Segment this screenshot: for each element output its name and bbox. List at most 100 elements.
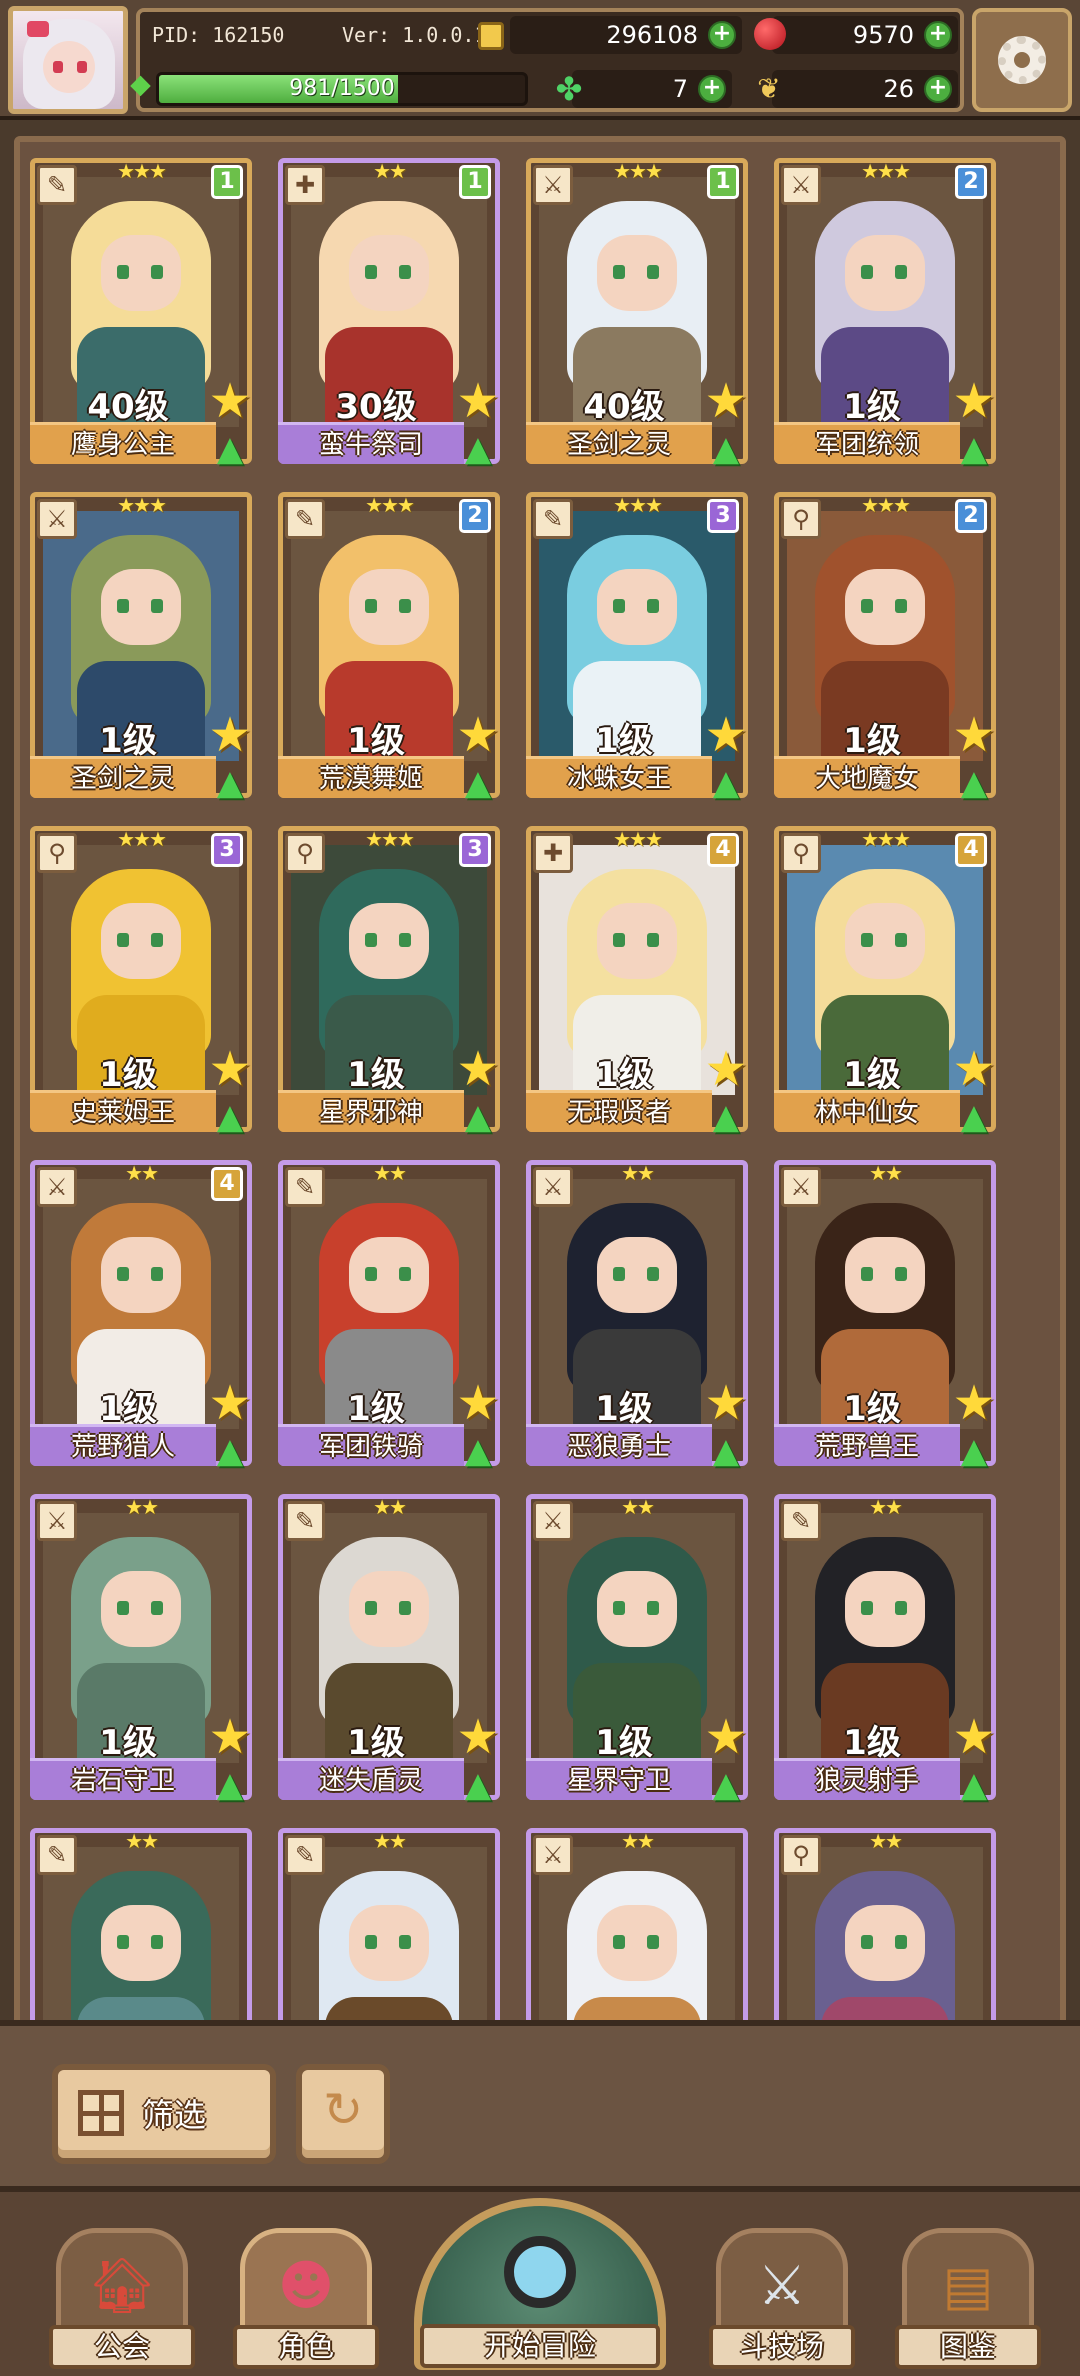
star-up-icon[interactable]: ★ bbox=[701, 711, 751, 761]
rank-badge: 2 bbox=[459, 499, 491, 533]
feather-icon: ❦ bbox=[757, 72, 781, 105]
star-up-icon[interactable]: ★ bbox=[949, 1713, 999, 1763]
star-up-icon[interactable]: ★ bbox=[205, 1713, 255, 1763]
star-up-icon[interactable]: ★ bbox=[453, 377, 503, 427]
gold-amount: 296108 bbox=[606, 21, 698, 49]
hero-card[interactable]: ✎ ★★ bbox=[30, 1828, 252, 2026]
hero-card[interactable]: ⚲ ★★★ 2 1级 ★ ▲ 大地魔女 bbox=[774, 492, 999, 803]
rank-badge: 4 bbox=[211, 1167, 243, 1201]
nav-arena-label: 斗技场 bbox=[709, 2325, 855, 2369]
portrait-eye bbox=[399, 1601, 411, 1615]
nav-guild[interactable]: 🏠︎ 公会 bbox=[49, 2228, 195, 2369]
hero-level: 1级 bbox=[843, 387, 901, 427]
nav-codex[interactable]: ▤ 图鉴 bbox=[895, 2228, 1041, 2369]
portrait-eye bbox=[647, 1601, 659, 1615]
portrait-face bbox=[101, 235, 181, 311]
portrait-face bbox=[597, 903, 677, 979]
portrait-face bbox=[349, 1571, 429, 1647]
star-up-icon[interactable]: ★ bbox=[205, 1045, 255, 1095]
hero-card[interactable]: ⚔ ★★ 1级 ★ ▲ 星界守卫 bbox=[526, 1494, 751, 1805]
hero-card[interactable]: ✎ ★★ 1级 ★ ▲ 迷失盾灵 bbox=[278, 1494, 503, 1805]
hero-card[interactable]: ⚲ ★★★ 3 1级 ★ ▲ 星界邪神 bbox=[278, 826, 503, 1137]
portrait-eye bbox=[895, 1267, 907, 1281]
portrait-eye bbox=[861, 1601, 873, 1615]
portrait-eye bbox=[117, 1935, 129, 1949]
portrait-eye bbox=[861, 933, 873, 947]
portrait-face bbox=[101, 569, 181, 645]
guild-building-icon: 🏠︎ bbox=[87, 2254, 157, 2317]
star-up-icon[interactable]: ★ bbox=[949, 377, 999, 427]
star-up-icon[interactable]: ★ bbox=[949, 1045, 999, 1095]
portrait-face bbox=[597, 1905, 677, 1981]
star-up-icon[interactable]: ★ bbox=[453, 711, 503, 761]
nav-arena[interactable]: ⚔ 斗技场 bbox=[709, 2228, 855, 2369]
star-up-icon[interactable]: ★ bbox=[949, 1379, 999, 1429]
settings-button[interactable] bbox=[972, 8, 1072, 112]
rank-badge: 2 bbox=[955, 165, 987, 199]
star-up-icon[interactable]: ★ bbox=[453, 1713, 503, 1763]
star-up-icon[interactable]: ★ bbox=[949, 711, 999, 761]
hero-card[interactable]: ✚ ★★★ 4 1级 ★ ▲ 无瑕贤者 bbox=[526, 826, 751, 1137]
hero-card[interactable]: ⚲ ★★★ 3 1级 ★ ▲ 史莱姆王 bbox=[30, 826, 255, 1137]
hero-card[interactable]: ✎ ★★ 1级 ★ ▲ 军团铁骑 bbox=[278, 1160, 503, 1471]
star-up-icon[interactable]: ★ bbox=[205, 377, 255, 427]
star-rating: ★★ bbox=[373, 1495, 407, 1519]
hero-card[interactable]: ⚔ ★★ 1级 ★ ▲ 荒野兽王 bbox=[774, 1160, 999, 1471]
hero-card[interactable]: ✚ ★★ 1 30级 ★ ▲ 蛮牛祭司 bbox=[278, 158, 503, 469]
add-feather-button[interactable]: + bbox=[924, 75, 952, 103]
filter-button[interactable]: 筛选 bbox=[52, 2064, 276, 2164]
hero-card[interactable]: ✎ ★★ 1级 ★ ▲ 狼灵射手 bbox=[774, 1494, 999, 1805]
refresh-button[interactable]: ↻ bbox=[296, 2064, 390, 2164]
hero-name: 林中仙女 bbox=[774, 1090, 960, 1132]
hero-card[interactable]: ⚔ ★★ 1级 ★ ▲ 岩石守卫 bbox=[30, 1494, 255, 1805]
portrait-face bbox=[845, 903, 925, 979]
star-up-icon[interactable]: ★ bbox=[205, 711, 255, 761]
hero-card[interactable]: ⚔ ★★ bbox=[526, 1828, 748, 2026]
hero-card[interactable]: ✎ ★★ bbox=[278, 1828, 500, 2026]
portrait-eye bbox=[613, 599, 625, 613]
gem-amount: 9570 bbox=[852, 21, 914, 49]
nav-codex-label: 图鉴 bbox=[895, 2325, 1041, 2369]
add-gold-button[interactable]: + bbox=[708, 21, 736, 49]
gem-counter: 9570 + bbox=[754, 16, 958, 54]
hero-name: 蛮牛祭司 bbox=[278, 422, 464, 464]
hero-card[interactable]: ⚔ ★★★ 2 1级 ★ ▲ 军团统领 bbox=[774, 158, 999, 469]
gem-icon bbox=[754, 18, 786, 50]
star-up-icon[interactable]: ★ bbox=[701, 1713, 751, 1763]
star-up-icon[interactable]: ★ bbox=[701, 377, 751, 427]
hero-card[interactable]: ⚔ ★★★ 1级 ★ ▲ 圣剑之灵 bbox=[30, 492, 255, 803]
add-clover-button[interactable]: + bbox=[698, 75, 726, 103]
nav-start-adventure[interactable]: 开始冒险 bbox=[414, 2198, 666, 2370]
add-gems-button[interactable]: + bbox=[924, 21, 952, 49]
player-avatar[interactable] bbox=[8, 6, 128, 114]
hero-card[interactable]: ✎ ★★★ 2 1级 ★ ▲ 荒漠舞姬 bbox=[278, 492, 503, 803]
portrait-eye bbox=[151, 599, 163, 613]
hero-card[interactable]: ⚲ ★★ bbox=[774, 1828, 996, 2026]
hero-name: 荒漠舞姬 bbox=[278, 756, 464, 798]
hero-card[interactable]: ✎ ★★★ 3 1级 ★ ▲ 冰蛛女王 bbox=[526, 492, 751, 803]
hero-card[interactable]: ⚔ ★★ 1级 ★ ▲ 恶狼勇士 bbox=[526, 1160, 751, 1471]
portrait-eye bbox=[895, 1601, 907, 1615]
portrait-eye bbox=[647, 1935, 659, 1949]
portrait-eye bbox=[117, 1267, 129, 1281]
hero-card[interactable]: ⚔ ★★ 4 1级 ★ ▲ 荒野猎人 bbox=[30, 1160, 255, 1471]
portrait-eye bbox=[151, 1935, 163, 1949]
star-up-icon[interactable]: ★ bbox=[701, 1045, 751, 1095]
hero-name: 荒野兽王 bbox=[774, 1424, 960, 1466]
star-up-icon[interactable]: ★ bbox=[453, 1045, 503, 1095]
hero-card[interactable]: ⚲ ★★★ 4 1级 ★ ▲ 林中仙女 bbox=[774, 826, 999, 1137]
star-up-icon[interactable]: ★ bbox=[701, 1379, 751, 1429]
hero-card[interactable]: ✎ ★★★ 1 40级 ★ ▲ 鹰身公主 bbox=[30, 158, 255, 469]
nav-character[interactable]: ☻ 角色 bbox=[233, 2228, 379, 2369]
hero-card[interactable]: ⚔ ★★★ 1 40级 ★ ▲ 圣剑之灵 bbox=[526, 158, 751, 469]
magnifier-map-icon bbox=[504, 2236, 576, 2308]
clover-amount: 7 bbox=[672, 75, 688, 103]
portrait-face bbox=[845, 235, 925, 311]
star-rating: ★★ bbox=[125, 1829, 159, 1853]
star-up-icon[interactable]: ★ bbox=[453, 1379, 503, 1429]
grid-icon bbox=[78, 2090, 124, 2136]
star-up-icon[interactable]: ★ bbox=[205, 1379, 255, 1429]
hero-level: 1级 bbox=[595, 721, 653, 761]
character-roster-grid[interactable]: ✎ ★★★ 1 40级 ★ ▲ 鹰身公主 ✚ ★★ 1 30级 ★ ▲ 蛮牛祭司 bbox=[30, 158, 1050, 2026]
portrait-face bbox=[349, 903, 429, 979]
